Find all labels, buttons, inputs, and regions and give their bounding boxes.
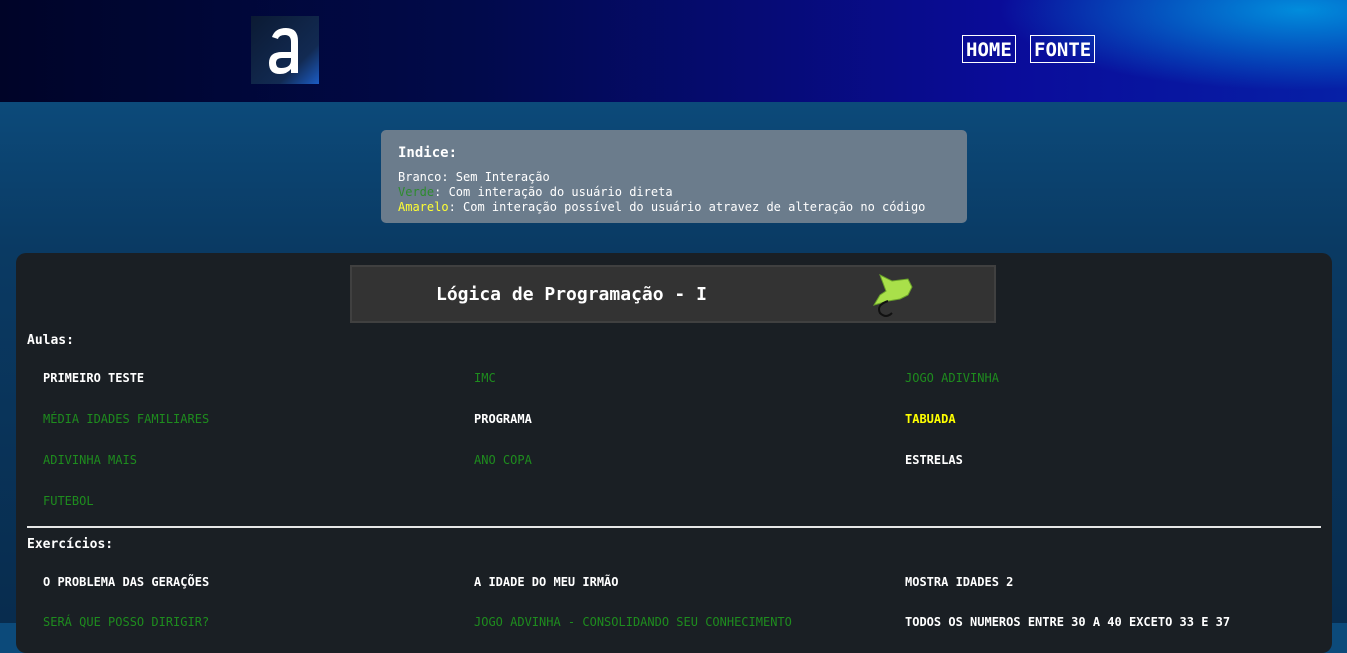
- exercicio-jogo-advinha-link[interactable]: JOGO ADVINHA - CONSOLIDANDO SEU CONHECIM…: [474, 615, 792, 629]
- legend-key-branco: Branco: [398, 170, 442, 184]
- legend-row-verde: Verde: Com interação do usuário direta: [398, 185, 950, 200]
- legend-key-amarelo: Amarelo: [398, 200, 449, 214]
- nav-home-button[interactable]: HOME: [962, 35, 1016, 63]
- index-legend-box: Indice: Branco: Sem Interação Verde: Com…: [381, 130, 967, 223]
- aula-estrelas-link[interactable]: ESTRELAS: [905, 453, 963, 467]
- site-header: HOME FONTE: [0, 0, 1347, 102]
- aula-ano-copa-link[interactable]: ANO COPA: [474, 453, 532, 467]
- legend-row-branco: Branco: Sem Interação: [398, 170, 950, 185]
- course-panel: Lógica de Programação - I Aulas: PRIMEIR…: [16, 253, 1332, 653]
- legend-desc-verde: : Com interação do usuário direta: [434, 185, 673, 199]
- exercicio-idade-irmao-link[interactable]: A IDADE DO MEU IRMÃO: [474, 575, 619, 589]
- aula-programa-link[interactable]: PROGRAMA: [474, 412, 532, 426]
- green-puzzle-icon: [872, 273, 913, 317]
- letter-a-logo-icon: [269, 28, 298, 74]
- site-logo[interactable]: [251, 16, 319, 84]
- exercicios-section-title: Exercícios:: [27, 537, 114, 552]
- aula-jogo-adivinha-link[interactable]: JOGO ADIVINHA: [905, 371, 999, 385]
- exercicio-numeros-30-40-link[interactable]: TODOS OS NUMEROS ENTRE 30 A 40 EXCETO 33…: [905, 615, 1230, 629]
- exercicio-posso-dirigir-link[interactable]: SERÁ QUE POSSO DIRIGIR?: [43, 615, 209, 629]
- aula-adivinha-mais-link[interactable]: ADIVINHA MAIS: [43, 453, 137, 467]
- legend-key-verde: Verde: [398, 185, 435, 199]
- aula-media-idades-link[interactable]: MÉDIA IDADES FAMILIARES: [43, 412, 209, 426]
- aula-futebol-link[interactable]: FUTEBOL: [43, 494, 94, 508]
- exercicio-problema-geracoes-link[interactable]: O PROBLEMA DAS GERAÇÕES: [43, 575, 209, 589]
- aula-tabuada-link[interactable]: TABUADA: [905, 412, 956, 426]
- nav-fonte-button[interactable]: FONTE: [1030, 35, 1096, 63]
- exercicio-mostra-idades-link[interactable]: MOSTRA IDADES 2: [905, 575, 1013, 589]
- index-title: Indice:: [398, 145, 458, 161]
- section-divider: [27, 526, 1321, 528]
- legend-row-amarelo: Amarelo: Com interação possível do usuár…: [398, 200, 950, 215]
- course-title: Lógica de Programação - I: [436, 284, 707, 305]
- aulas-section-title: Aulas:: [27, 333, 74, 348]
- course-banner: Lógica de Programação - I: [350, 265, 996, 323]
- legend-desc-amarelo: : Com interação possível do usuário atra…: [448, 200, 926, 214]
- aula-imc-link[interactable]: IMC: [474, 371, 496, 385]
- legend-desc-branco: : Sem Interação: [441, 170, 550, 184]
- aula-primeiro-teste-link[interactable]: PRIMEIRO TESTE: [43, 371, 144, 385]
